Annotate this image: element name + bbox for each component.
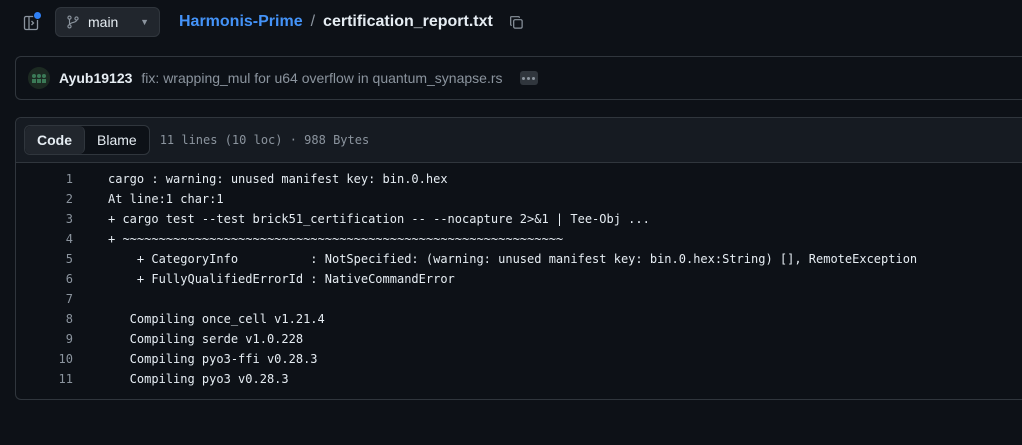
line-text: Compiling pyo3 v0.28.3	[108, 372, 289, 386]
line-number[interactable]: 7	[16, 292, 73, 306]
code-line: 6 + FullyQualifiedErrorId : NativeComman…	[16, 269, 1022, 289]
line-text: + cargo test --test brick51_certificatio…	[108, 212, 650, 226]
top-bar: main ▼ Harmonis-Prime / certification_re…	[0, 0, 1022, 46]
line-number[interactable]: 8	[16, 312, 73, 326]
line-number[interactable]: 5	[16, 252, 73, 266]
avatar[interactable]	[28, 67, 50, 89]
line-text: Compiling serde v1.0.228	[108, 332, 304, 346]
tab-blame[interactable]: Blame	[85, 126, 149, 154]
latest-commit-bar: Ayub19123 fix: wrapping_mul for u64 over…	[15, 56, 1022, 100]
commit-details-button[interactable]	[519, 71, 538, 85]
git-branch-icon	[67, 15, 79, 29]
sidebar-toggle-button[interactable]	[16, 8, 46, 38]
code-line: 9 Compiling serde v1.0.228	[16, 329, 1022, 349]
file-name: certification_report.txt	[323, 13, 493, 30]
breadcrumb-separator: /	[310, 13, 316, 30]
file-info: 11 lines (10 loc) · 988 Bytes	[159, 133, 370, 147]
line-number[interactable]: 9	[16, 332, 73, 346]
line-text: + FullyQualifiedErrorId : NativeCommandE…	[108, 272, 455, 286]
line-text: + ~~~~~~~~~~~~~~~~~~~~~~~~~~~~~~~~~~~~~~…	[108, 232, 564, 246]
line-number[interactable]: 2	[16, 192, 73, 206]
code-line: 4 + ~~~~~~~~~~~~~~~~~~~~~~~~~~~~~~~~~~~~~…	[16, 229, 1022, 249]
code-line: 8 Compiling once_cell v1.21.4	[16, 309, 1022, 329]
copy-path-button[interactable]	[507, 12, 527, 32]
caret-down-icon: ▼	[140, 17, 149, 27]
line-text: Compiling once_cell v1.21.4	[108, 312, 325, 326]
copy-icon	[510, 15, 524, 29]
line-number[interactable]: 11	[16, 372, 73, 386]
line-text: At line:1 char:1	[108, 192, 224, 206]
avatar-icon	[28, 67, 50, 89]
repo-link[interactable]: Harmonis-Prime	[179, 13, 303, 31]
file-header: Code Blame 11 lines (10 loc) · 988 Bytes	[16, 118, 1022, 163]
file-viewer: Code Blame 11 lines (10 loc) · 988 Bytes…	[15, 117, 1022, 400]
breadcrumb: Harmonis-Prime / certification_report.tx…	[179, 12, 527, 32]
code-line: 3 + cargo test --test brick51_certificati…	[16, 209, 1022, 229]
line-number[interactable]: 6	[16, 272, 73, 286]
view-mode-toggle: Code Blame	[24, 125, 150, 155]
branch-selector[interactable]: main ▼	[55, 7, 160, 37]
line-text: + CategoryInfo : NotSpecified: (warning:…	[108, 252, 918, 266]
line-text: cargo : warning: unused manifest key: bi…	[108, 172, 448, 186]
code-content[interactable]: 1 cargo : warning: unused manifest key: b…	[16, 163, 1022, 389]
commit-message[interactable]: fix: wrapping_mul for u64 overflow in qu…	[141, 70, 502, 86]
code-line: 5 + CategoryInfo : NotSpecified: (warnin…	[16, 249, 1022, 269]
line-number[interactable]: 4	[16, 232, 73, 246]
notification-dot	[33, 11, 42, 20]
tab-code[interactable]: Code	[25, 126, 85, 154]
line-number[interactable]: 1	[16, 172, 73, 186]
code-line: 7	[16, 289, 1022, 309]
line-number[interactable]: 10	[16, 352, 73, 366]
code-line: 2 At line:1 char:1	[16, 189, 1022, 209]
code-line: 11 Compiling pyo3 v0.28.3	[16, 369, 1022, 389]
branch-name: main	[88, 14, 119, 30]
commit-author[interactable]: Ayub19123	[59, 70, 132, 86]
code-line: 10 Compiling pyo3-ffi v0.28.3	[16, 349, 1022, 369]
code-line: 1 cargo : warning: unused manifest key: b…	[16, 169, 1022, 189]
line-number[interactable]: 3	[16, 212, 73, 226]
line-text: Compiling pyo3-ffi v0.28.3	[108, 352, 318, 366]
